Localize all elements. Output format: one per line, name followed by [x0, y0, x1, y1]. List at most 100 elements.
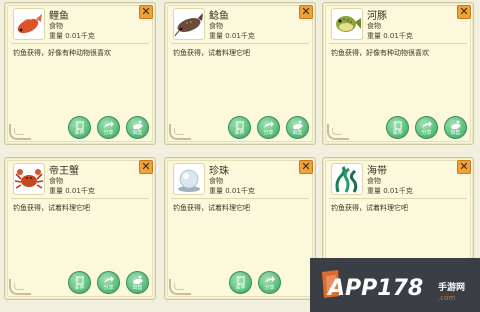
- discard-label: 丢弃: [235, 285, 246, 291]
- sell-label: 出售: [450, 130, 461, 136]
- item-type: 食物: [209, 22, 223, 30]
- trash-icon: [75, 276, 84, 285]
- carp-thumbnail: [13, 8, 45, 40]
- site-watermark: APP178 手游网 .com: [310, 258, 480, 312]
- action-buttons: 丢弃 分享 出售: [68, 271, 149, 294]
- item-description: 钓鱼获得，试着料理它吧: [173, 204, 250, 212]
- sell-label: 出售: [132, 130, 143, 136]
- discard-label: 丢弃: [74, 285, 85, 291]
- divider: [11, 198, 149, 199]
- share-label: 分享: [263, 130, 274, 136]
- item-card-king-crab: 帝王蟹 食物 重量 0.01千克 钓鱼获得，试着料理它吧 ✕ 丢弃 分享 出售: [4, 157, 156, 300]
- watermark-subtitle: 手游网: [438, 283, 466, 293]
- close-button[interactable]: ✕: [299, 5, 313, 19]
- discard-label: 丢弃: [392, 130, 403, 136]
- item-description: 钓鱼获得，试着料理它吧: [13, 204, 90, 212]
- corner-ornament: [9, 124, 31, 140]
- watermark-domain: .com: [438, 294, 456, 302]
- kelp-thumbnail: [331, 163, 363, 195]
- pearl-icon: [178, 169, 200, 192]
- divider: [171, 43, 309, 44]
- watermark-brand: APP178: [328, 276, 424, 301]
- item-description: 钓鱼获得，试着料理它吧: [331, 204, 408, 212]
- action-buttons: 丢弃 分享 出售: [386, 116, 467, 139]
- share-label: 分享: [264, 285, 275, 291]
- discard-button[interactable]: 丢弃: [68, 271, 91, 294]
- discard-button[interactable]: 丢弃: [386, 116, 409, 139]
- divider: [329, 43, 467, 44]
- corner-ornament: [9, 279, 31, 295]
- item-weight: 重量 0.01千克: [209, 32, 255, 40]
- share-arrow-icon: [421, 121, 432, 128]
- item-type: 食物: [209, 177, 223, 185]
- sell-label: 出售: [132, 285, 143, 291]
- close-button[interactable]: ✕: [457, 5, 471, 19]
- share-button[interactable]: 分享: [97, 271, 120, 294]
- share-arrow-icon: [264, 276, 275, 283]
- share-button[interactable]: 分享: [97, 116, 120, 139]
- item-type: 食物: [367, 22, 381, 30]
- item-description: 钓鱼获得，试着料理它吧: [173, 49, 250, 57]
- pearl-thumbnail: [173, 163, 205, 195]
- item-name: 鲤鱼: [49, 11, 69, 22]
- share-arrow-icon: [103, 276, 114, 283]
- close-button[interactable]: ✕: [139, 5, 153, 19]
- share-button[interactable]: 分享: [257, 116, 280, 139]
- share-button[interactable]: 分享: [258, 271, 281, 294]
- divider: [11, 43, 149, 44]
- share-label: 分享: [103, 130, 114, 136]
- sell-button[interactable]: 出售: [286, 116, 309, 139]
- close-button[interactable]: ✕: [299, 160, 313, 174]
- item-weight: 重量 0.01千克: [49, 187, 95, 195]
- corner-ornament: [327, 124, 349, 140]
- discard-label: 丢弃: [74, 130, 85, 136]
- sell-button[interactable]: 出售: [126, 271, 149, 294]
- trash-icon: [235, 121, 244, 130]
- item-name: 鲶鱼: [209, 11, 229, 22]
- close-button[interactable]: ✕: [457, 160, 471, 174]
- sell-hand-icon: [292, 120, 303, 129]
- action-buttons: 丢弃 分享 出售: [228, 116, 309, 139]
- item-name: 珍珠: [209, 166, 229, 177]
- item-name: 帝王蟹: [49, 166, 79, 177]
- share-label: 分享: [103, 285, 114, 291]
- king-crab-icon: [14, 169, 44, 189]
- share-label: 分享: [421, 130, 432, 136]
- sell-hand-icon: [132, 275, 143, 284]
- sell-label: 出售: [292, 130, 303, 136]
- item-type: 食物: [49, 22, 63, 30]
- king-crab-thumbnail: [13, 163, 45, 195]
- item-type: 食物: [367, 177, 381, 185]
- item-card-carp: 鲤鱼 食物 重量 0.01千克 钓鱼获得，好像有种动物很喜欢 ✕ 丢弃 分享 出…: [4, 2, 156, 145]
- sell-button[interactable]: 出售: [444, 116, 467, 139]
- item-weight: 重量 0.01千克: [367, 32, 413, 40]
- catfish-thumbnail: [173, 8, 205, 40]
- sell-hand-icon: [132, 120, 143, 129]
- item-card-catfish: 鲶鱼 食物 重量 0.01千克 钓鱼获得，试着料理它吧 ✕ 丢弃 分享 出售: [164, 2, 316, 145]
- item-weight: 重量 0.01千克: [367, 187, 413, 195]
- sell-hand-icon: [450, 120, 461, 129]
- item-weight: 重量 0.01千克: [209, 187, 255, 195]
- share-button[interactable]: 分享: [415, 116, 438, 139]
- item-type: 食物: [49, 177, 63, 185]
- discard-button[interactable]: 丢弃: [68, 116, 91, 139]
- sell-button[interactable]: 出售: [126, 116, 149, 139]
- divider: [329, 198, 467, 199]
- discard-label: 丢弃: [234, 130, 245, 136]
- kelp-icon: [335, 166, 358, 193]
- share-arrow-icon: [103, 121, 114, 128]
- trash-icon: [236, 276, 245, 285]
- action-buttons: 丢弃 分享 出售: [68, 116, 149, 139]
- item-card-pufferfish: 河豚 食物 重量 0.01千克 钓鱼获得，好像有种动物很喜欢 ✕ 丢弃 分享 出…: [322, 2, 474, 145]
- discard-button[interactable]: 丢弃: [228, 116, 251, 139]
- trash-icon: [393, 121, 402, 130]
- item-weight: 重量 0.01千克: [49, 32, 95, 40]
- trash-icon: [75, 121, 84, 130]
- pufferfish-icon: [336, 16, 361, 32]
- close-button[interactable]: ✕: [139, 160, 153, 174]
- carp-icon: [17, 14, 42, 34]
- corner-ornament: [169, 124, 191, 140]
- item-description: 钓鱼获得，好像有种动物很喜欢: [13, 49, 111, 57]
- discard-button[interactable]: 丢弃: [229, 271, 252, 294]
- pufferfish-thumbnail: [331, 8, 363, 40]
